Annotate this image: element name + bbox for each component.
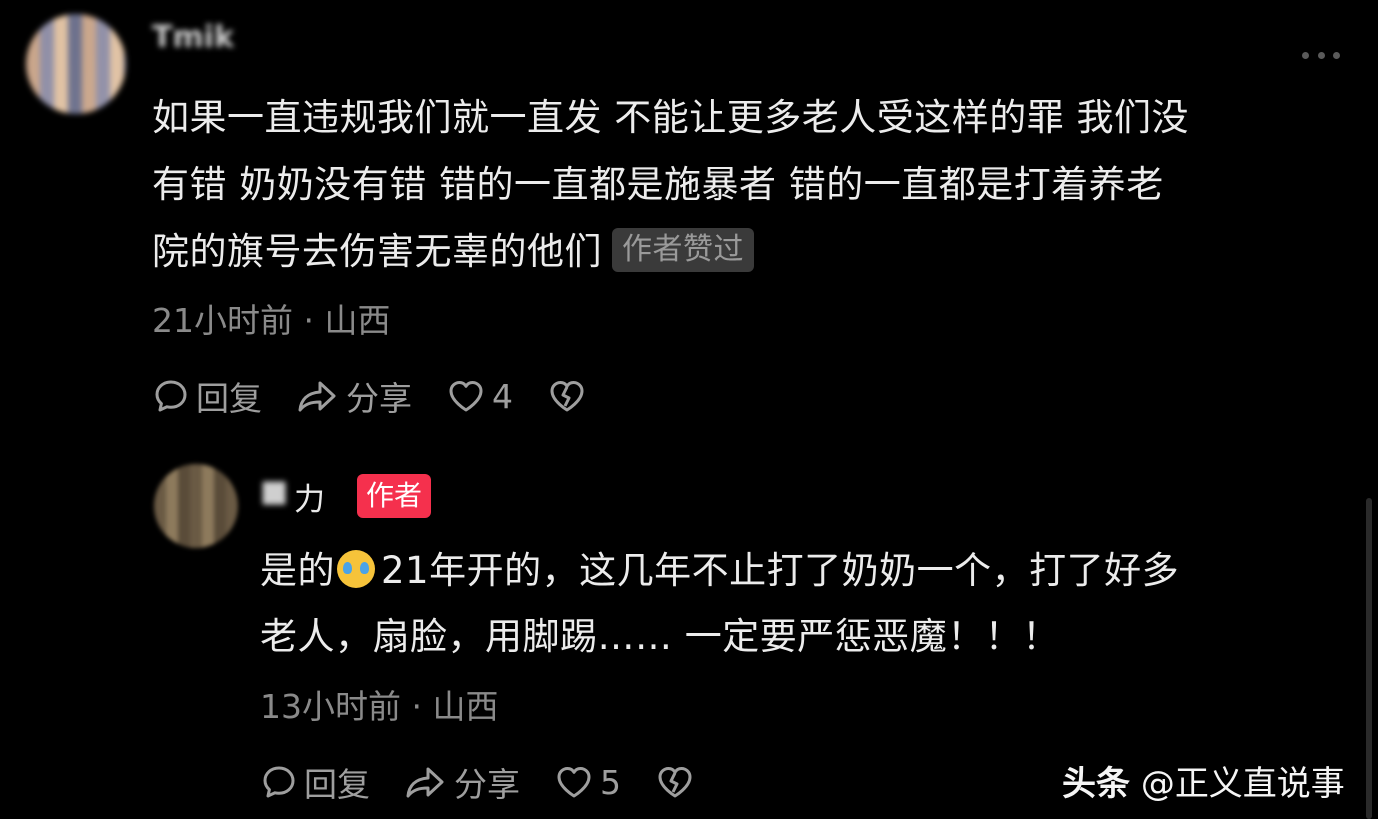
comment-text-line: 有错 奶奶没有错 错的一直都是施暴者 错的一直都是打着养老 <box>152 163 1164 206</box>
comment-text-line-last: 院的旗号去伤害无辜的他们 作者赞过 <box>152 218 1352 285</box>
share-arrow-icon <box>298 381 336 412</box>
comment-meta: 21小时前 · 山西 <box>152 301 391 340</box>
dislike-button[interactable] <box>547 377 593 415</box>
watermark-brand: 头条 <box>1062 764 1130 804</box>
reply-username-blurred: ■ <box>260 474 289 509</box>
like-button[interactable]: 4 <box>446 377 513 416</box>
more-options-icon[interactable] <box>1302 48 1340 62</box>
comment-text: 如果一直违规我们就一直发 不能让更多老人受这样的罪 我们没 有错 奶奶没有错 错… <box>152 84 1352 285</box>
dislike-button[interactable] <box>655 763 701 801</box>
heart-icon <box>557 767 591 798</box>
comment-bubble-icon <box>263 766 295 798</box>
comment-bubble-icon <box>155 380 187 412</box>
scrollbar[interactable] <box>1366 498 1372 819</box>
share-label: 分享 <box>454 765 520 804</box>
share-label: 分享 <box>346 379 412 418</box>
like-count: 5 <box>600 762 621 802</box>
watermark-handle: @正义直说事 <box>1140 764 1345 804</box>
reply-button[interactable]: 回复 <box>152 372 262 420</box>
reply-text-prefix: 是的 <box>260 549 335 592</box>
reply-text-line: 是的 21年开的，这几年不止打了奶奶一个，打了好多 <box>260 538 1340 604</box>
author-liked-badge: 作者赞过 <box>612 227 754 272</box>
reply-text-line: 老人，扇脸，用脚踢…… 一定要严惩恶魔！！！ <box>260 615 1060 658</box>
reply-text: 是的 21年开的，这几年不止打了奶奶一个，打了好多 老人，扇脸，用脚踢…… 一定要… <box>260 538 1340 670</box>
reply-label: 回复 <box>196 379 262 418</box>
heart-icon <box>449 381 483 412</box>
reply-button[interactable]: 回复 <box>260 758 370 806</box>
reply-avatar[interactable] <box>154 464 238 548</box>
author-badge: 作者 <box>357 474 432 518</box>
broken-heart-icon <box>550 381 584 412</box>
comment-actions: 回复 分享 4 <box>152 372 627 420</box>
like-count: 4 <box>492 376 513 416</box>
comment-username[interactable]: Tmik <box>152 20 234 55</box>
share-button[interactable]: 分享 <box>404 758 520 806</box>
reply-text-suffix: 21年开的，这几年不止打了奶奶一个，打了好多 <box>381 549 1180 592</box>
share-button[interactable]: 分享 <box>296 372 412 420</box>
reply-meta: 13小时前 · 山西 <box>260 687 499 726</box>
like-button[interactable]: 5 <box>554 763 621 802</box>
comment-text-line-content: 院的旗号去伤害无辜的他们 <box>152 230 602 273</box>
reply-username[interactable]: 力 <box>294 474 325 519</box>
crying-face-emoji-icon <box>337 549 375 588</box>
watermark: 头条 @正义直说事 <box>1062 756 1345 805</box>
share-arrow-icon <box>406 767 444 798</box>
comment-avatar[interactable] <box>26 14 126 114</box>
broken-heart-icon <box>658 767 692 798</box>
reply-actions: 回复 分享 5 <box>260 758 735 806</box>
comment-text-line: 如果一直违规我们就一直发 不能让更多老人受这样的罪 我们没 <box>152 96 1190 139</box>
reply-label: 回复 <box>304 765 370 804</box>
